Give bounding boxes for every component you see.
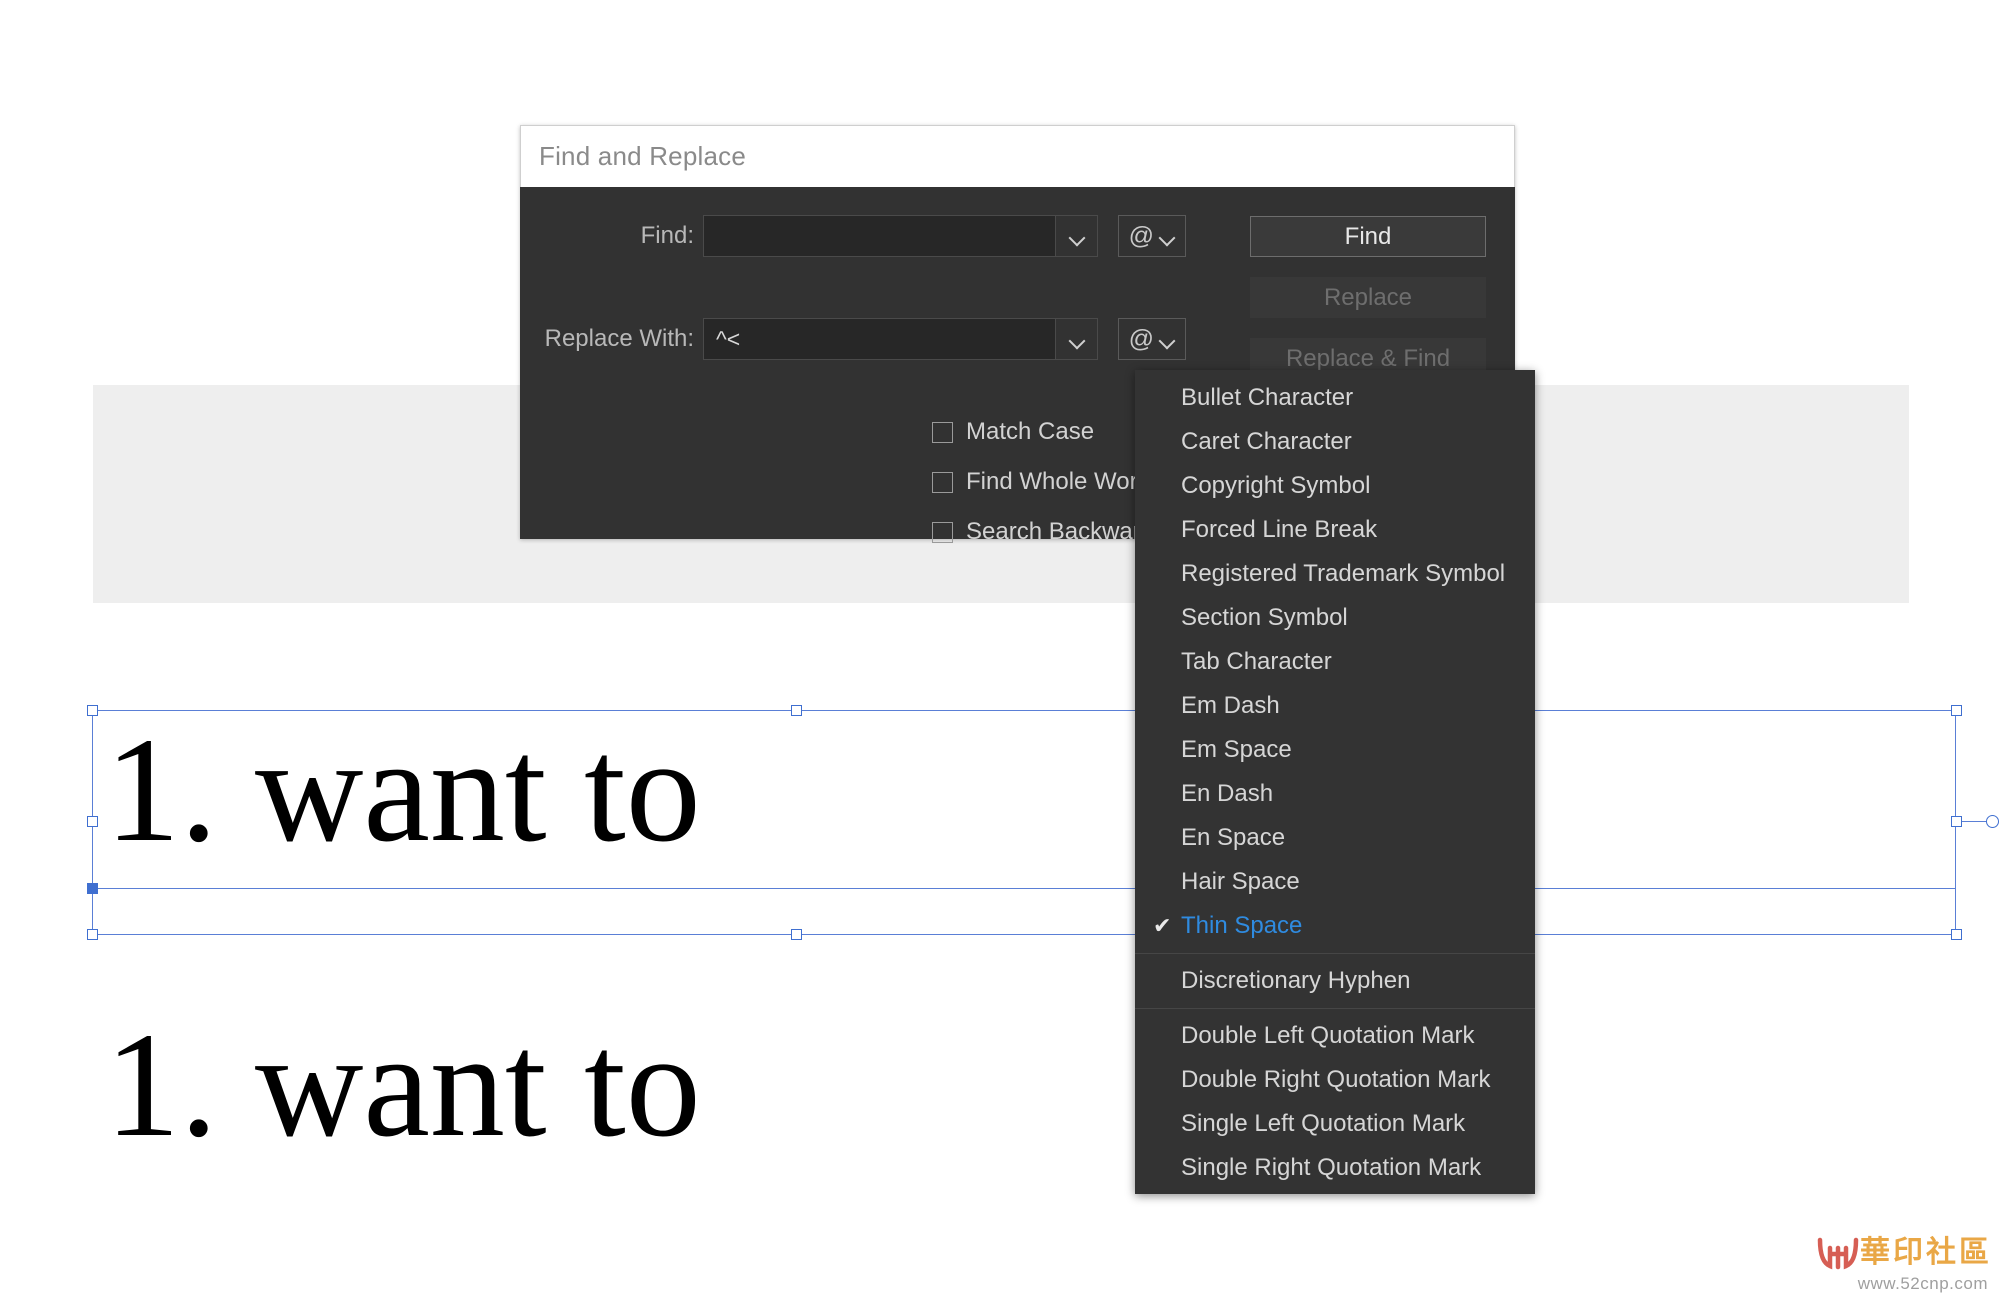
menu-item-label: Double Right Quotation Mark <box>1181 1066 1491 1093</box>
menu-item-em-dash[interactable]: Em Dash <box>1135 684 1535 728</box>
replace-dropdown-button[interactable] <box>1055 318 1098 360</box>
menu-item-tab-character[interactable]: Tab Character <box>1135 640 1535 684</box>
menu-item-double-right-quotation-mark[interactable]: Double Right Quotation Mark <box>1135 1058 1535 1102</box>
menu-item-double-left-quotation-mark[interactable]: Double Left Quotation Mark <box>1135 1014 1535 1058</box>
selection-handle-bottom-center[interactable] <box>791 929 802 940</box>
menu-item-caret-character[interactable]: Caret Character <box>1135 420 1535 464</box>
checkbox-icon[interactable] <box>932 521 953 543</box>
replace-input[interactable]: ^< <box>703 318 1055 360</box>
dialog-titlebar[interactable]: Find and Replace <box>520 125 1515 187</box>
watermark-logo-icon <box>1817 1237 1859 1270</box>
selection-edge-bottom <box>92 934 1956 935</box>
chevron-down-icon <box>1159 335 1175 344</box>
document-text-line-1[interactable]: 1. want to sth. <box>105 715 1915 865</box>
selection-edge-left <box>92 710 93 935</box>
replace-combobox[interactable]: ^< <box>703 318 1098 360</box>
menu-item-section-symbol[interactable]: Section Symbol <box>1135 596 1535 640</box>
replace-label: Replace With: <box>544 325 694 352</box>
checkmark-icon: ✔ <box>1153 913 1172 938</box>
menu-item-hair-space[interactable]: Hair Space <box>1135 860 1535 904</box>
watermark-url: www.52cnp.com <box>1857 1274 1988 1293</box>
menu-item-label: Thin Space <box>1181 912 1303 939</box>
find-dropdown-button[interactable] <box>1055 215 1098 257</box>
dialog-title: Find and Replace <box>539 141 746 171</box>
selection-handle-bottom-right[interactable] <box>1951 929 1962 940</box>
menu-item-registered-trademark-symbol[interactable]: Registered Trademark Symbol <box>1135 552 1535 596</box>
text-frame-out-port[interactable] <box>1986 815 1999 828</box>
menu-item-label: Discretionary Hyphen <box>1181 967 1411 994</box>
menu-item-label: Em Dash <box>1181 692 1280 719</box>
selection-handle-middle-right[interactable] <box>1951 816 1962 827</box>
selection-edge-right <box>1955 710 1956 935</box>
watermark-brand: 華印社區 <box>1860 1235 1992 1270</box>
selection-handle-bottom-left[interactable] <box>87 929 98 940</box>
chevron-down-icon <box>1159 232 1175 241</box>
at-symbol-icon: @ <box>1128 324 1155 353</box>
special-characters-menu[interactable]: Bullet Character Caret Character Copyrig… <box>1135 370 1535 1194</box>
selection-handle-baseline-left[interactable] <box>87 883 98 894</box>
menu-separator <box>1135 953 1535 954</box>
menu-item-single-right-quotation-mark[interactable]: Single Right Quotation Mark <box>1135 1146 1535 1190</box>
replace-button[interactable]: Replace <box>1250 277 1486 318</box>
find-input[interactable] <box>703 215 1055 257</box>
watermark: 華印社區 www.52cnp.com <box>1816 1236 1992 1294</box>
menu-item-label: Single Right Quotation Mark <box>1181 1154 1482 1181</box>
menu-item-forced-line-break[interactable]: Forced Line Break <box>1135 508 1535 552</box>
menu-item-label: Caret Character <box>1181 428 1352 455</box>
menu-item-label: Forced Line Break <box>1181 516 1378 543</box>
menu-item-en-space[interactable]: En Space <box>1135 816 1535 860</box>
watermark-row: 華印社區 <box>1816 1236 1992 1270</box>
menu-item-label: Registered Trademark Symbol <box>1181 560 1506 587</box>
checkbox-icon[interactable] <box>932 471 953 493</box>
at-symbol-icon: @ <box>1128 221 1155 250</box>
checkbox-find-whole-word[interactable]: Find Whole Word <box>932 457 1166 507</box>
chevron-down-icon <box>1069 232 1085 241</box>
menu-item-bullet-character[interactable]: Bullet Character <box>1135 376 1535 420</box>
menu-item-label: Double Left Quotation Mark <box>1181 1022 1475 1049</box>
menu-item-thin-space[interactable]: ✔ Thin Space <box>1135 904 1535 948</box>
out-port-connector <box>1962 821 1988 822</box>
menu-item-label: En Dash <box>1181 780 1274 807</box>
document-text-line-2[interactable]: 1. want to sth. <box>105 1010 1915 1160</box>
menu-item-label: En Space <box>1181 824 1286 851</box>
options-column-left: Match Case Find Whole Word Search Backwa… <box>932 407 1166 557</box>
menu-item-label: Tab Character <box>1181 648 1332 675</box>
replace-field-row: Replace With: ^< @ <box>520 318 1186 360</box>
chevron-down-icon <box>1069 335 1085 344</box>
find-button[interactable]: Find <box>1250 216 1486 257</box>
menu-item-discretionary-hyphen[interactable]: Discretionary Hyphen <box>1135 959 1535 1003</box>
checkbox-match-case[interactable]: Match Case <box>932 407 1166 457</box>
menu-item-em-space[interactable]: Em Space <box>1135 728 1535 772</box>
menu-item-copyright-symbol[interactable]: Copyright Symbol <box>1135 464 1535 508</box>
menu-item-label: Copyright Symbol <box>1181 472 1371 499</box>
menu-item-label: Em Space <box>1181 736 1292 763</box>
menu-item-label: Hair Space <box>1181 868 1300 895</box>
selection-handle-middle-left[interactable] <box>87 816 98 827</box>
menu-item-en-dash[interactable]: En Dash <box>1135 772 1535 816</box>
selection-handle-top-left[interactable] <box>87 705 98 716</box>
menu-separator <box>1135 1008 1535 1009</box>
selection-handle-top-right[interactable] <box>1951 705 1962 716</box>
find-label: Find: <box>640 222 694 249</box>
menu-item-label: Single Left Quotation Mark <box>1181 1110 1466 1137</box>
menu-item-single-left-quotation-mark[interactable]: Single Left Quotation Mark <box>1135 1102 1535 1146</box>
checkbox-icon[interactable] <box>932 421 953 443</box>
menu-item-label: Bullet Character <box>1181 384 1354 411</box>
text-baseline-guide <box>92 888 1956 889</box>
checkbox-label: Find Whole Word <box>966 468 1151 495</box>
find-field-row: Find: @ <box>520 215 1186 257</box>
menu-item-label: Section Symbol <box>1181 604 1348 631</box>
checkbox-search-backwards[interactable]: Search Backwards <box>932 507 1166 557</box>
find-special-characters-button[interactable]: @ <box>1118 215 1186 257</box>
checkbox-label: Match Case <box>966 418 1095 445</box>
replace-special-characters-button[interactable]: @ <box>1118 318 1186 360</box>
find-combobox[interactable] <box>703 215 1098 257</box>
